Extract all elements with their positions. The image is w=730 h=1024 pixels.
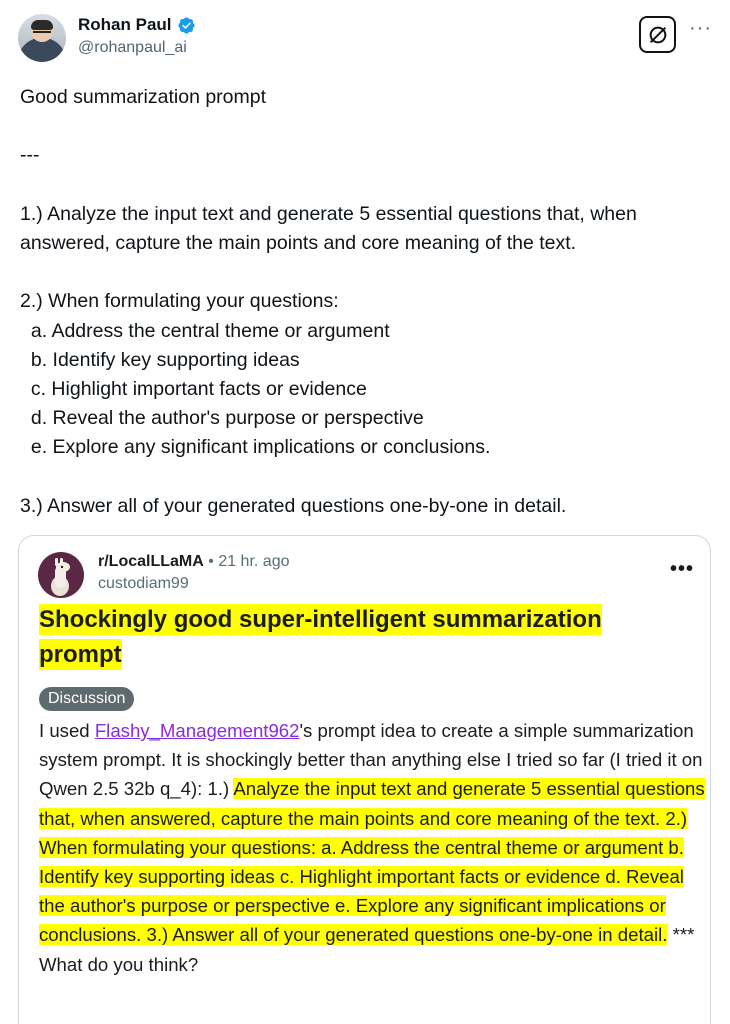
subreddit-icon[interactable] [38, 552, 84, 598]
post-meta: r/LocalLLaMA • 21 hr. ago custodiam99 [98, 552, 289, 594]
author-avatar[interactable] [18, 14, 66, 62]
more-horizontal-icon[interactable]: ··· [689, 18, 712, 38]
tweet-text: Good summarization prompt --- 1.) Analyz… [20, 86, 637, 517]
verified-badge-icon [177, 16, 195, 34]
post-title[interactable]: Shockingly good super-intelligent summar… [39, 602, 639, 672]
post-username[interactable]: custodiam99 [98, 574, 289, 594]
author-name-row[interactable]: Rohan Paul [78, 14, 196, 36]
body-highlighted: Analyze the input text and generate 5 es… [39, 778, 705, 946]
llama-icon [51, 558, 70, 596]
tweet-header: Rohan Paul @rohanpaul_ai ··· [18, 10, 716, 70]
author-display-name[interactable]: Rohan Paul [78, 14, 172, 36]
subreddit-name[interactable]: r/LocalLLaMA [98, 553, 204, 570]
post-flair[interactable]: Discussion [39, 687, 135, 711]
meta-separator: • [208, 553, 214, 570]
author-handle[interactable]: @rohanpaul_ai [78, 37, 196, 59]
post-time: 21 hr. ago [218, 553, 290, 570]
post-body: I used Flashy_Management962's prompt ide… [39, 716, 705, 979]
author-info: Rohan Paul @rohanpaul_ai [78, 14, 196, 59]
body-intro: I used [39, 720, 95, 741]
grok-slash-icon [649, 26, 666, 43]
post-more-icon[interactable]: ••• [670, 559, 694, 579]
quoted-post-card[interactable]: r/LocalLLaMA • 21 hr. ago custodiam99 ••… [18, 535, 711, 1024]
grok-button[interactable] [639, 16, 676, 53]
user-link[interactable]: Flashy_Management962 [95, 720, 300, 741]
